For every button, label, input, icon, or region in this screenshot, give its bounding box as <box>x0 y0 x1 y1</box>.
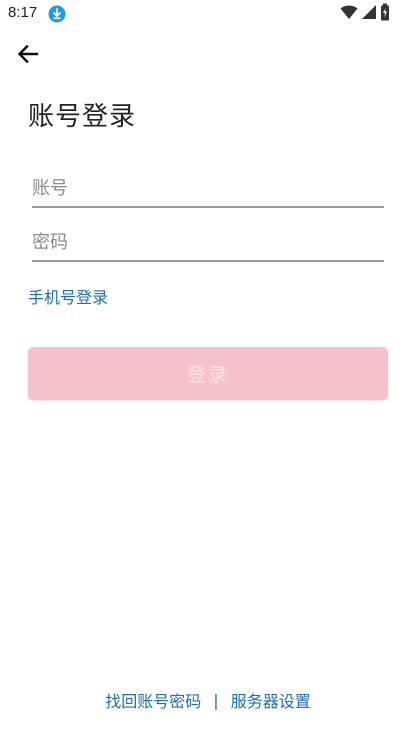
recover-account-link[interactable]: 找回账号密码 <box>105 688 201 712</box>
arrow-left-icon <box>16 42 40 70</box>
wifi-icon <box>340 4 358 24</box>
footer-separator: | <box>213 690 219 710</box>
status-icons <box>340 3 390 25</box>
status-bar: 8:17 <box>0 0 416 28</box>
battery-icon <box>380 3 390 25</box>
server-settings-link[interactable]: 服务器设置 <box>231 688 311 712</box>
status-time: 8:17 <box>8 4 38 21</box>
password-input[interactable] <box>32 224 384 260</box>
page-title: 账号登录 <box>28 102 137 132</box>
login-button[interactable]: 登录 <box>28 347 388 400</box>
phone-login-link[interactable]: 手机号登录 <box>28 284 108 308</box>
signal-icon <box>361 4 377 24</box>
back-button[interactable] <box>12 40 44 72</box>
download-icon <box>48 5 66 23</box>
password-field[interactable] <box>32 224 384 262</box>
account-field[interactable] <box>32 170 384 208</box>
footer-links: 找回账号密码 | 服务器设置 <box>0 688 416 712</box>
account-input[interactable] <box>32 170 384 206</box>
